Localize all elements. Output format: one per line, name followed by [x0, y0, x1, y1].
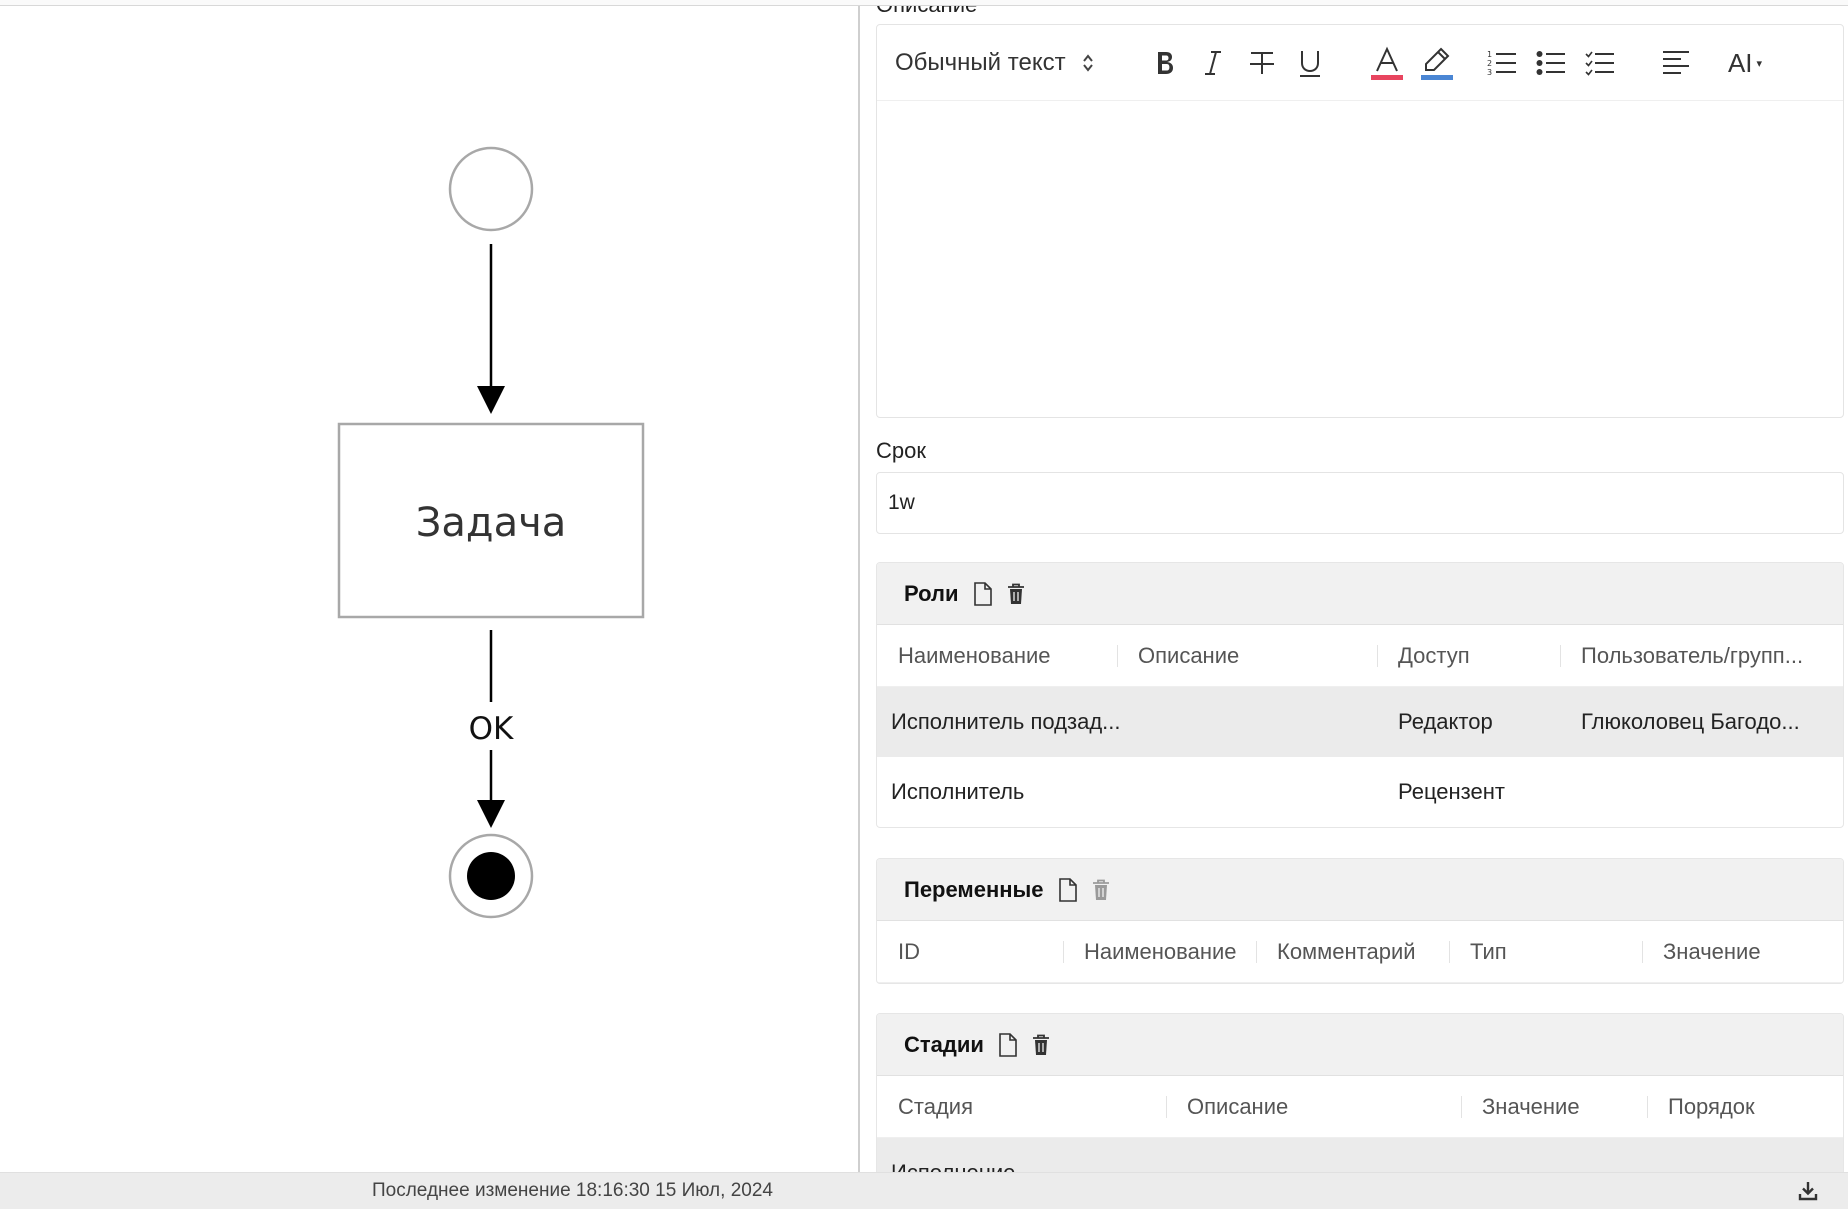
new-file-icon: [1058, 877, 1077, 902]
sort-caret-icon: [1082, 53, 1094, 73]
variables-table-header: ID Наименование Комментарий Тип Значение: [877, 921, 1843, 983]
variables-col-comment[interactable]: Комментарий: [1256, 921, 1449, 982]
trash-icon: [1007, 583, 1024, 604]
stages-table-header: Стадия Описание Значение Порядок: [877, 1076, 1843, 1138]
block-type-value: Обычный текст: [895, 49, 1066, 76]
stages-col-order[interactable]: Порядок: [1647, 1076, 1843, 1137]
variables-col-type[interactable]: Тип: [1449, 921, 1642, 982]
variables-title: Переменные: [904, 876, 1044, 902]
flow-label: OK: [469, 711, 514, 747]
add-stage-button[interactable]: [998, 1032, 1018, 1057]
italic-icon: [1205, 51, 1221, 75]
delete-role-button[interactable]: [1007, 583, 1025, 605]
variables-header: Переменные: [877, 859, 1843, 921]
highlight-button[interactable]: [1419, 45, 1455, 81]
checklist-button[interactable]: [1583, 45, 1617, 81]
stages-header: Стадии: [877, 1014, 1843, 1076]
delete-stage-button[interactable]: [1032, 1034, 1050, 1056]
table-row[interactable]: Исполнение: [877, 1138, 1843, 1172]
roles-col-user-group[interactable]: Пользователь/групп...: [1560, 625, 1843, 686]
stages-section: Стадии Стадия Описание Значение Порядок …: [876, 1013, 1844, 1172]
bold-icon: [1158, 52, 1173, 74]
roles-header: Роли: [877, 563, 1843, 625]
bullet-list-button[interactable]: [1534, 45, 1568, 81]
table-row[interactable]: Исполнитель Рецензент: [877, 757, 1843, 827]
start-event[interactable]: [448, 146, 534, 232]
stages-col-description[interactable]: Описание: [1166, 1076, 1461, 1137]
svg-text:2: 2: [1487, 59, 1492, 68]
end-event[interactable]: [448, 833, 534, 919]
stages-col-stage[interactable]: Стадия: [877, 1076, 1166, 1137]
underline-icon: [1300, 51, 1320, 77]
bullet-list-icon: [1536, 51, 1565, 75]
deadline-input[interactable]: 1w: [876, 472, 1844, 534]
roles-col-description[interactable]: Описание: [1117, 625, 1377, 686]
editor-toolbar: Обычный текст 1 2 3 AI ▾: [877, 25, 1843, 101]
roles-col-name[interactable]: Наименование: [877, 625, 1117, 686]
strikethrough-icon: [1250, 52, 1274, 74]
stages-title: Стадии: [904, 1031, 984, 1057]
stages-col-value[interactable]: Значение: [1461, 1076, 1647, 1137]
status-bar: Последнее изменение 18:16:30 15 Июл, 202…: [0, 1172, 1848, 1209]
ordered-list-icon: 123: [1487, 50, 1516, 77]
description-label: Описание: [876, 6, 977, 18]
svg-text:1: 1: [1487, 50, 1492, 59]
svg-text:3: 3: [1487, 68, 1492, 77]
italic-button[interactable]: [1197, 45, 1229, 81]
download-icon: [1798, 1182, 1818, 1201]
sequence-flow-start-task[interactable]: [477, 244, 505, 414]
delete-variable-button[interactable]: [1092, 879, 1110, 901]
diagram-canvas[interactable]: Задача OK: [0, 6, 860, 1172]
roles-col-access[interactable]: Доступ: [1377, 625, 1560, 686]
roles-section: Роли Наименование Описание Доступ Пользо…: [876, 562, 1844, 828]
roles-table-header: Наименование Описание Доступ Пользовател…: [877, 625, 1843, 687]
add-variable-button[interactable]: [1058, 877, 1078, 902]
ai-label: AI: [1727, 47, 1753, 78]
new-file-icon: [973, 581, 992, 606]
roles-title: Роли: [904, 580, 959, 606]
task-label: Задача: [416, 500, 566, 546]
ai-assistant-button[interactable]: AI ▾: [1719, 45, 1771, 81]
add-role-button[interactable]: [973, 581, 993, 606]
highlighter-icon: [1421, 47, 1453, 80]
last-modified-text: Последнее изменение 18:16:30 15 Июл, 202…: [372, 1180, 773, 1201]
strikethrough-button[interactable]: [1245, 45, 1279, 81]
trash-icon: [1092, 879, 1109, 900]
align-left-icon: [1663, 51, 1689, 74]
text-color-icon: [1371, 46, 1403, 80]
variables-col-name[interactable]: Наименование: [1063, 921, 1256, 982]
dropdown-caret-icon: ▾: [1756, 57, 1763, 70]
trash-icon: [1032, 1034, 1049, 1055]
description-content-area[interactable]: [877, 102, 1843, 417]
process-diagram: Задача OK: [337, 146, 645, 919]
variables-col-value[interactable]: Значение: [1642, 921, 1843, 982]
underline-button[interactable]: [1294, 45, 1326, 81]
description-editor[interactable]: Обычный текст 1 2 3 AI ▾: [876, 24, 1844, 418]
align-button[interactable]: [1659, 45, 1693, 81]
block-type-select[interactable]: Обычный текст: [895, 45, 1115, 81]
checklist-icon: [1585, 51, 1614, 76]
text-color-button[interactable]: [1369, 45, 1405, 81]
table-row[interactable]: Исполнитель подзад... Редактор Глюколове…: [877, 687, 1843, 757]
properties-panel[interactable]: Описание Обычный текст: [862, 6, 1848, 1172]
bold-button[interactable]: [1149, 45, 1181, 81]
download-button[interactable]: [1798, 1181, 1818, 1206]
variables-section: Переменные ID Наименование Комментарий Т…: [876, 858, 1844, 984]
new-file-icon: [999, 1032, 1017, 1057]
ordered-list-button[interactable]: 123: [1485, 45, 1519, 81]
task-node[interactable]: Задача: [337, 422, 645, 619]
deadline-label: Срок: [876, 438, 926, 463]
variables-col-id[interactable]: ID: [877, 921, 1063, 982]
